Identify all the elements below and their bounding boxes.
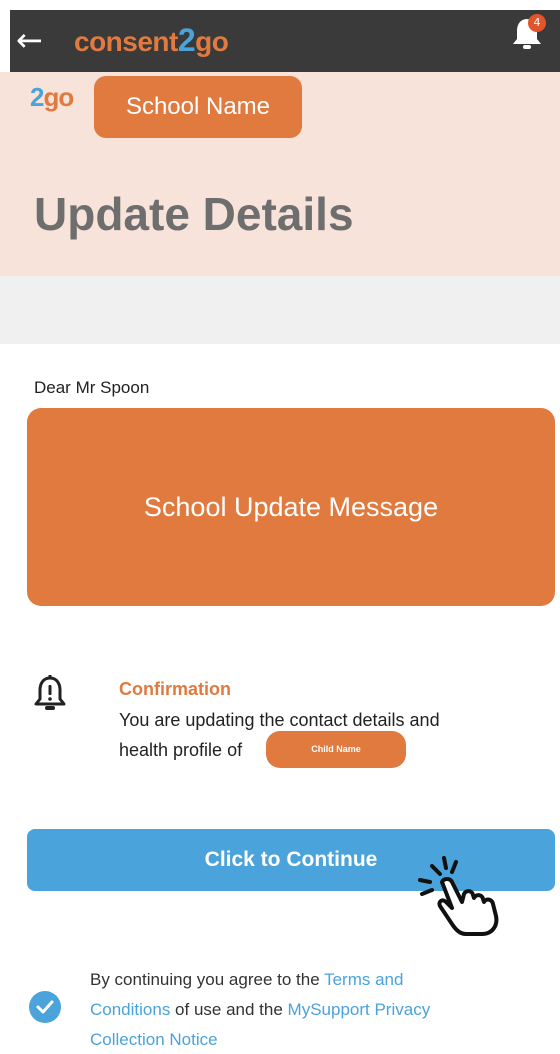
notification-badge: 4	[528, 14, 546, 32]
child-name-badge: Child Name	[266, 731, 406, 768]
header-divider-strip	[0, 276, 560, 344]
brand-part-consent: consent	[74, 26, 178, 57]
school-message-text: School Update Message	[143, 492, 439, 522]
agreement-text-2: of use and the	[170, 1000, 288, 1019]
agreement-text-1: By continuing you agree to the	[90, 970, 325, 989]
agreement-line-2: Conditions of use and the MySupport Priv…	[90, 996, 430, 1024]
school-name-badge: School Name	[94, 76, 302, 138]
brand-part-2: 2	[177, 22, 196, 58]
pointing-hand-click-icon	[418, 856, 499, 936]
greeting-text: Dear Mr Spoon	[34, 378, 150, 397]
school-logo: 2go	[30, 82, 74, 113]
bell-alert-icon	[34, 675, 66, 710]
brand-part-go: go	[195, 26, 229, 57]
top-bar: ← consent2go	[10, 10, 560, 72]
confirmation-text-line1: You are updating the contact details and	[119, 710, 440, 730]
terms-link-part2[interactable]: Conditions	[90, 1000, 170, 1019]
logo-part-go: go	[43, 82, 74, 112]
brand-logo[interactable]: consent2go	[74, 22, 229, 58]
confirmation-text-line2: health profile of	[119, 740, 243, 760]
page-title: Update Details	[34, 188, 354, 240]
privacy-link-part1[interactable]: MySupport Privacy	[288, 1000, 431, 1019]
agreement-line-3: Collection Notice	[90, 1026, 218, 1054]
confirmation-title: Confirmation	[119, 679, 231, 699]
agreement-line-1: By continuing you agree to the Terms and	[90, 966, 403, 994]
arrow-left-icon[interactable]: ←	[16, 22, 46, 58]
privacy-link-part2[interactable]: Collection Notice	[90, 1030, 218, 1049]
terms-link-part1[interactable]: Terms and	[324, 970, 403, 989]
checkmark-circle-icon[interactable]	[28, 990, 62, 1024]
logo-part-2: 2	[30, 82, 45, 112]
